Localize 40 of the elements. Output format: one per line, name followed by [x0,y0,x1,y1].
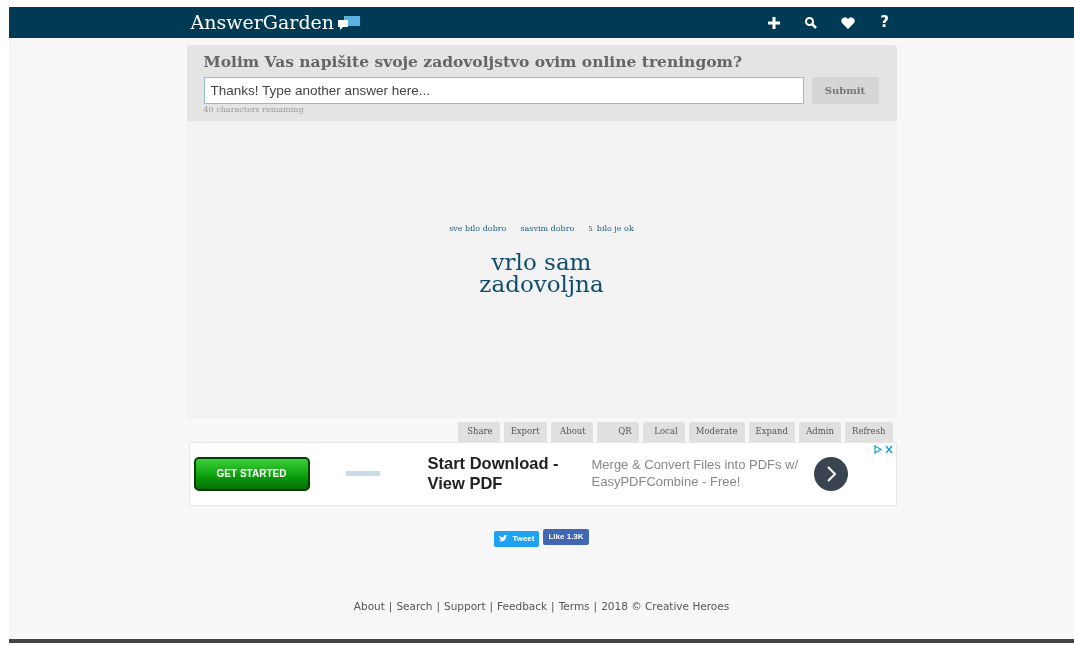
ad-headline[interactable]: Start Download - View PDF [427,453,568,494]
footer-link[interactable]: Terms [558,598,590,615]
separator: | [436,598,441,615]
tool-tab[interactable]: About [550,421,593,442]
tool-tab[interactable]: QR [596,421,639,442]
separator: | [489,598,494,615]
tool-tab[interactable]: Admin [799,421,841,442]
tool-tab[interactable]: Local [642,421,685,442]
get-started-button[interactable]: GET STARTED [193,456,310,491]
question-title: Molim Vas napišite svoje zadovoljstvo ovim online treningom? [203,53,744,72]
separator: | [388,598,393,615]
separator: | [551,598,555,615]
tool-tab[interactable]: Moderate [688,421,745,442]
answer-word[interactable]: bilo je ok [596,222,634,235]
footer-link[interactable]: Search [396,598,433,615]
tool-tab[interactable]: Export [503,421,547,442]
footer-link[interactable]: About [353,598,385,615]
tool-tab[interactable]: Share [457,421,500,442]
ad-description: Merge & Convert Files into PDFs w/ EasyPDFCombine - Free! [591,456,800,491]
help-icon[interactable]: ? [876,11,893,34]
answer-word[interactable]: sve bilo dobro [449,222,507,235]
copyright: 2018 © Creative Heroes [601,598,730,614]
brand-logo[interactable]: AnswerGarden [190,8,335,37]
footer-link[interactable]: Feedback [497,598,548,615]
plus-icon[interactable] [765,14,782,31]
like-button[interactable]: Like 1.3K [543,528,589,545]
characters-remaining: 40 characters remaining [203,103,305,116]
speech-bubbles-icon [338,15,361,30]
ad-choices-icon[interactable] [873,444,894,454]
answer-word[interactable]: sasvim dobro [520,222,575,235]
advertiser-logo-icon [345,471,380,477]
answer-word[interactable]: vrlo sam zadovoljna [461,250,622,296]
search-icon[interactable] [802,14,819,31]
separator: | [593,598,598,615]
bird-icon [499,534,509,543]
tool-tab[interactable]: Expand [748,421,795,442]
heart-icon[interactable] [839,14,856,31]
footer-link[interactable]: Support [444,598,486,615]
tool-tab[interactable]: Refresh [845,421,893,442]
answer-input[interactable]: Thanks! Type another answer here... [203,76,804,104]
